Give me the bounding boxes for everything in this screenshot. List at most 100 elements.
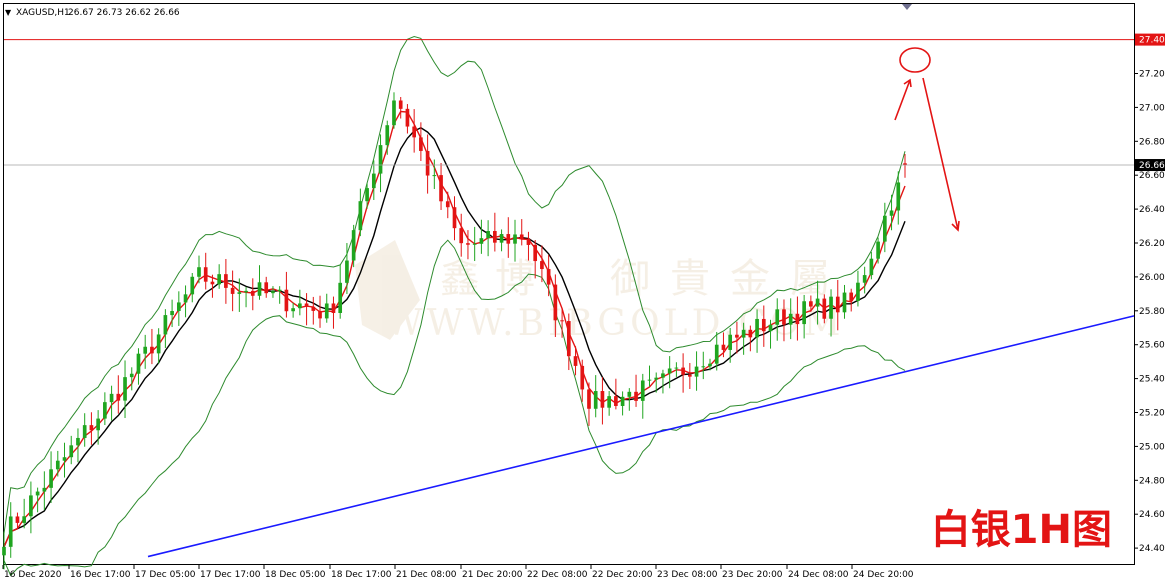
candle-body	[163, 315, 168, 335]
candle-body	[587, 389, 591, 409]
candle-body	[109, 393, 114, 403]
price-axis-strip	[1135, 0, 1170, 584]
x-tick-label: 17 Dec 17:00	[200, 570, 261, 580]
y-tick-label: 25.60	[1139, 341, 1165, 351]
watermark-char: 貴	[670, 256, 710, 302]
candle-body	[815, 298, 820, 307]
candle-body	[425, 150, 430, 176]
y-tick-label: 26.40	[1139, 205, 1165, 215]
candle-body	[882, 215, 887, 242]
candle-body	[533, 244, 538, 262]
candle-body	[35, 491, 40, 496]
candle-body	[788, 313, 793, 325]
candle-body	[634, 391, 638, 401]
candle-body	[277, 289, 282, 292]
x-tick-label: 22 Dec 20:00	[592, 570, 653, 580]
candle-body	[298, 303, 302, 309]
candle-body	[284, 289, 289, 312]
candle-body	[318, 310, 322, 319]
y-tick-label: 25.80	[1139, 307, 1165, 317]
candle-body	[217, 274, 221, 285]
candle-body	[580, 365, 585, 390]
candle-body	[197, 267, 201, 277]
candle-body	[513, 234, 517, 244]
y-tick-label: 24.80	[1139, 476, 1165, 486]
candle-body	[264, 282, 269, 294]
candle-body	[620, 396, 625, 406]
candle-body	[412, 126, 416, 138]
header-dropdown-icon[interactable]: ▼	[5, 8, 12, 17]
candle-body	[667, 368, 672, 374]
y-tick-label: 27.00	[1139, 103, 1165, 113]
candle-body	[331, 303, 336, 313]
candle-body	[345, 260, 349, 283]
candle-body	[493, 231, 497, 243]
candle-body	[869, 258, 874, 276]
x-tick-label: 22 Dec 08:00	[527, 570, 588, 580]
x-tick-label: 23 Dec 08:00	[657, 570, 718, 580]
candle-body	[351, 230, 356, 261]
candle-body	[809, 301, 813, 307]
candle-body	[156, 334, 161, 354]
candle-body	[459, 228, 464, 244]
candle-body	[842, 292, 847, 313]
candle-body	[257, 282, 262, 296]
candle-body	[136, 353, 141, 374]
candle-body	[224, 274, 228, 288]
candle-body	[748, 329, 753, 338]
candle-body	[802, 301, 806, 325]
candle-body	[103, 402, 107, 419]
y-tick-label: 27.20	[1139, 70, 1165, 80]
x-tick-label: 16 Dec 17:00	[70, 570, 131, 580]
y-tick-label: 26.60	[1139, 171, 1165, 181]
candle-body	[553, 284, 558, 321]
candle-body	[835, 296, 840, 313]
candle-body	[371, 173, 376, 189]
candle-body	[566, 321, 571, 357]
candle-body	[304, 303, 309, 307]
annotation-label: 白银1H图	[931, 507, 1112, 553]
candle-body	[486, 231, 490, 239]
candle-body	[358, 201, 363, 231]
candle-body	[735, 334, 739, 338]
candle-body	[688, 374, 692, 377]
candle-body	[694, 366, 699, 377]
x-tick-label: 17 Dec 05:00	[135, 570, 196, 580]
candle-body	[721, 344, 726, 350]
candle-body	[526, 238, 531, 245]
candle-body	[230, 287, 235, 294]
candle-body	[600, 391, 605, 408]
y-tick-label: 26.20	[1139, 239, 1165, 249]
candle-body	[452, 207, 457, 229]
candle-body	[775, 309, 780, 325]
candle-body	[479, 238, 484, 244]
candle-body	[76, 437, 80, 446]
candle-body	[49, 469, 53, 488]
candle-body	[445, 201, 450, 208]
watermark-char: 鑫	[440, 256, 480, 302]
candle-body	[681, 367, 685, 375]
candle-body	[741, 329, 746, 338]
candle-body	[640, 380, 645, 401]
candle-body	[862, 275, 867, 283]
candle-body	[22, 516, 27, 523]
candle-body	[419, 137, 423, 151]
candle-body	[829, 296, 833, 319]
y-tick-label: 25.20	[1139, 409, 1165, 419]
candle-body	[385, 125, 390, 146]
y-tick-label: 24.60	[1139, 510, 1165, 520]
candle-body	[55, 460, 60, 470]
candle-body	[768, 324, 773, 332]
candle-body	[573, 356, 578, 366]
candle-body	[203, 267, 208, 282]
candle-body	[674, 367, 679, 369]
candle-body	[29, 495, 33, 517]
candle-body	[311, 306, 316, 311]
candle-body	[466, 243, 470, 245]
candle-body	[62, 457, 67, 461]
candle-body	[143, 346, 148, 354]
candle-body	[237, 292, 242, 294]
candle-body	[647, 379, 652, 381]
candle-body	[439, 175, 443, 202]
candle-body	[593, 391, 598, 409]
